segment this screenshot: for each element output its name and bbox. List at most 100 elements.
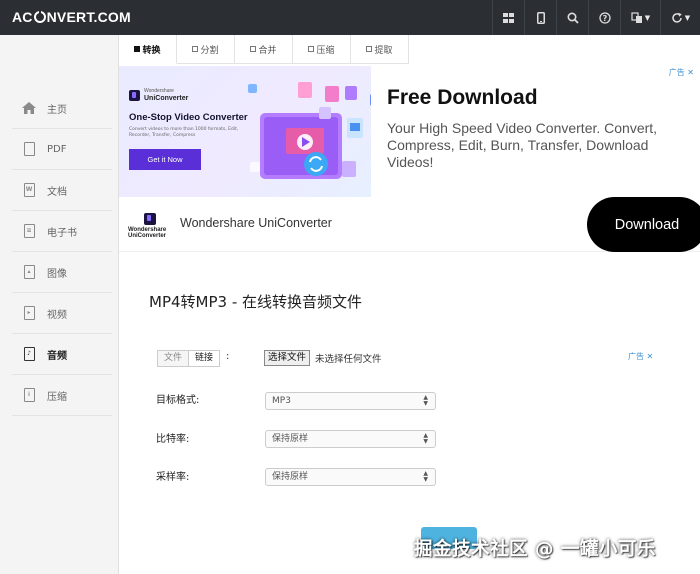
ad-footer: Wondershare UniConverter Wondershare Uni… [119,197,700,252]
target-format-select[interactable]: MP3 ▲ ▼ [265,392,436,410]
select-arrows-icon: ▲ ▼ [423,394,428,407]
sidebar-item-label: 文档 [47,186,67,198]
uniconverter-logo-icon [144,213,156,225]
tab-compress[interactable]: 压缩 [293,35,351,64]
pdf-icon [21,141,37,157]
sidebar-item-image[interactable]: ▴ 图像 [12,252,112,293]
tool-tabs: 转换 分割 合并 压缩 提取 [119,35,419,64]
sidebar-item-video[interactable]: ▸ 视频 [12,293,112,334]
ad-banner-image[interactable]: Wondershare UniConverter One-Stop Video … [119,66,371,197]
grid-button[interactable] [492,0,524,35]
ebook-icon: ≡ [21,223,37,239]
advertiser-logo: Wondershare UniConverter [128,213,172,239]
sidebar-item-label: 音频 [47,350,67,362]
ad-brand: Wondershare UniConverter [129,88,188,102]
tab-convert[interactable]: 转换 [119,35,177,64]
sidebar-item-label: 压缩 [47,391,67,403]
chevron-down-icon: ▼ [684,13,691,22]
chevron-down-icon: ▼ [644,13,651,22]
ad-choices-badge[interactable]: 广告 ✕ [628,351,653,362]
source-colon: : [226,351,230,362]
mobile-icon [536,11,545,24]
logo-text-left: AC [12,9,33,25]
bitrate-select[interactable]: 保持原样 ▲ ▼ [265,430,436,448]
tab-label: 分割 [200,45,219,56]
logo-text-right: NVERT.COM [46,9,131,25]
ad-copy[interactable]: Free Download Your High Speed Video Conv… [387,86,687,171]
advertiser-name: Wondershare UniConverter [180,216,332,230]
sample-rate-value: 保持原样 [272,472,309,482]
refresh-dropdown[interactable]: ▼ [660,0,700,35]
tab-label: 压缩 [316,45,335,56]
sidebar-item-label: 图像 [47,268,67,280]
target-format-label: 目标格式: [156,395,200,406]
tab-checkbox-icon [134,46,141,52]
svg-text:?: ? [602,13,607,22]
sidebar-item-home[interactable]: 主页 [12,88,112,129]
ad-cta-button[interactable]: Get it Now [129,149,201,170]
tab-split[interactable]: 分割 [177,35,235,64]
target-format-value: MP3 [272,396,291,406]
power-icon [33,10,46,23]
tab-checkbox-icon [366,46,373,52]
uniconverter-logo-icon [129,89,140,101]
ad-choices-badge[interactable]: 广告 ✕ [669,67,694,78]
sidebar-item-pdf[interactable]: PDF [12,129,112,170]
sidebar-item-archive[interactable]: ⁞ 压缩 [12,375,112,416]
video-files-illustration [248,82,371,179]
page-title: MP4转MP3 - 在线转换音频文件 [149,293,363,311]
document-icon: W [21,182,37,198]
advertiser-logo-line2: UniConverter [128,233,167,239]
language-dropdown[interactable]: ▼ [620,0,660,35]
archive-icon: ⁞ [21,387,37,403]
source-tab-link[interactable]: 链接 [189,350,221,367]
sidebar: 主页 PDF W 文档 ≡ 电子书 ▴ 图像 ▸ 视频 ♪ 音频 ⁞ 压缩 [0,35,119,574]
sidebar-item-label: 主页 [47,104,67,116]
top-navbar: AC NVERT.COM ? ▼ ▼ [0,0,700,35]
ad-brand-line2: UniConverter [144,95,189,102]
tab-label: 转换 [142,45,161,56]
site-logo[interactable]: AC NVERT.COM [12,9,131,25]
sidebar-item-label: 电子书 [47,227,77,239]
mobile-button[interactable] [524,0,556,35]
source-toggle: 文件 链接 [157,350,221,367]
choose-file-button[interactable]: 选择文件 [264,350,311,366]
download-button[interactable]: Download [587,197,700,252]
sample-rate-select[interactable]: 保持原样 ▲ ▼ [265,468,436,486]
grid-icon [503,12,514,23]
sidebar-item-ebook[interactable]: ≡ 电子书 [12,211,112,252]
search-icon [566,11,579,24]
help-icon: ? [598,11,611,24]
image-icon: ▴ [21,264,37,280]
audio-icon: ♪ [21,346,37,362]
select-arrows-icon: ▲ ▼ [423,470,428,483]
ad-brand-line1: Wondershare [144,88,174,94]
language-icon [631,11,642,23]
sidebar-item-document[interactable]: W 文档 [12,170,112,211]
video-icon: ▸ [21,305,37,321]
ad-headline: One-Stop Video Converter [129,112,248,123]
bitrate-value: 保持原样 [272,434,309,444]
tab-checkbox-icon [250,46,257,52]
ad-description: Your High Speed Video Converter. Convert… [387,120,658,170]
tab-label: 合并 [258,45,277,56]
tab-extract[interactable]: 提取 [351,35,409,64]
tab-merge[interactable]: 合并 [235,35,293,64]
bitrate-label: 比特率: [156,434,190,445]
source-tab-file[interactable]: 文件 [157,350,190,367]
file-status-text: 未选择任何文件 [315,354,382,365]
tab-checkbox-icon [192,46,199,52]
sample-rate-label: 采样率: [156,472,190,483]
sidebar-item-label: PDF [47,143,67,155]
home-icon [21,100,37,116]
tab-label: 提取 [374,45,393,56]
help-button[interactable]: ? [588,0,620,35]
ad-body: Convert videos to more than 1000 formats… [129,127,239,138]
ad-title: Free Download [387,86,538,109]
refresh-icon [672,12,682,23]
search-button[interactable] [556,0,588,35]
sidebar-item-audio[interactable]: ♪ 音频 [12,334,112,375]
watermark: 掘金技术社区 @ 一罐小可乐 [414,539,656,560]
tab-checkbox-icon [308,46,315,52]
sidebar-item-label: 视频 [47,309,67,321]
